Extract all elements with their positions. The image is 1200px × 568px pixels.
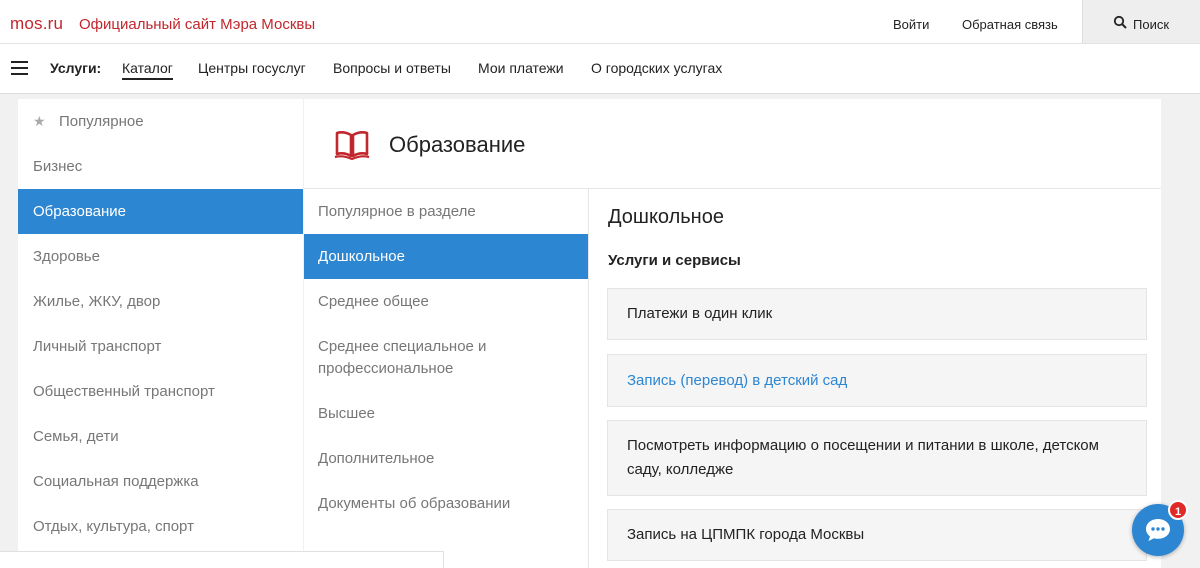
section-title: Образование (389, 132, 526, 157)
feedback-link[interactable]: Обратная связь (962, 17, 1058, 32)
nav-my-payments[interactable]: Мои платежи (478, 60, 564, 76)
category-health[interactable]: Здоровье (18, 234, 303, 279)
category-personal-transport[interactable]: Личный транспорт (18, 324, 303, 369)
search-icon (1113, 15, 1127, 29)
category-label: Популярное (59, 113, 144, 130)
nav-service-centers[interactable]: Центры госуслуг (198, 60, 306, 76)
site-title[interactable]: Официальный сайт Мэра Москвы (79, 16, 315, 33)
subsection-preschool[interactable]: Дошкольное (304, 234, 588, 279)
site-logo[interactable]: mos.ru (10, 14, 63, 34)
subsection-higher[interactable]: Высшее (304, 391, 588, 436)
service-card-link[interactable]: Запись (перевод) в детский сад (607, 354, 1147, 407)
category-popular[interactable]: ★ Популярное (18, 99, 303, 144)
divider (588, 189, 589, 568)
category-education[interactable]: Образование (18, 189, 303, 234)
category-housing[interactable]: Жилье, ЖКУ, двор (18, 279, 303, 324)
menu-icon[interactable] (11, 61, 28, 75)
notification-badge: 1 (1168, 500, 1188, 520)
services-heading: Услуги: (50, 60, 102, 76)
services-subtitle: Услуги и сервисы (608, 252, 741, 269)
bottom-panel (0, 551, 444, 568)
subsection-vocational[interactable]: Среднее специальное и профессиональное (304, 336, 534, 380)
subsection-documents[interactable]: Документы об образовании (304, 481, 588, 526)
category-business[interactable]: Бизнес (18, 144, 303, 189)
search-button[interactable]: Поиск (1082, 0, 1200, 43)
login-link[interactable]: Войти (893, 17, 929, 32)
category-social-support[interactable]: Социальная поддержка (18, 459, 303, 504)
category-family[interactable]: Семья, дети (18, 414, 303, 459)
nav-faq[interactable]: Вопросы и ответы (333, 60, 451, 76)
service-card[interactable]: Платежи в один клик (607, 288, 1147, 340)
book-icon (334, 131, 370, 160)
subsection-title: Дошкольное (608, 206, 724, 228)
subsection-secondary[interactable]: Среднее общее (304, 279, 588, 324)
subsection-additional[interactable]: Дополнительное (304, 436, 588, 481)
service-card[interactable]: Посмотреть информацию о посещении и пита… (607, 420, 1147, 496)
subsection-popular[interactable]: Популярное в разделе (304, 189, 588, 234)
search-label: Поиск (1133, 17, 1170, 32)
category-leisure[interactable]: Отдых, культура, спорт (18, 504, 303, 549)
nav-about-services[interactable]: О городских услугах (591, 60, 722, 76)
category-public-transport[interactable]: Общественный транспорт (18, 369, 303, 414)
top-bar: mos.ru Официальный сайт Мэра Москвы Войт… (0, 0, 1200, 44)
chat-icon (1146, 519, 1170, 541)
nav-catalog[interactable]: Каталог (122, 60, 173, 80)
star-icon: ★ (33, 113, 46, 129)
services-nav: Услуги: Каталог Центры госуслуг Вопросы … (0, 44, 1200, 94)
service-card[interactable]: Запись на ЦПМПК города Москвы (607, 509, 1147, 561)
